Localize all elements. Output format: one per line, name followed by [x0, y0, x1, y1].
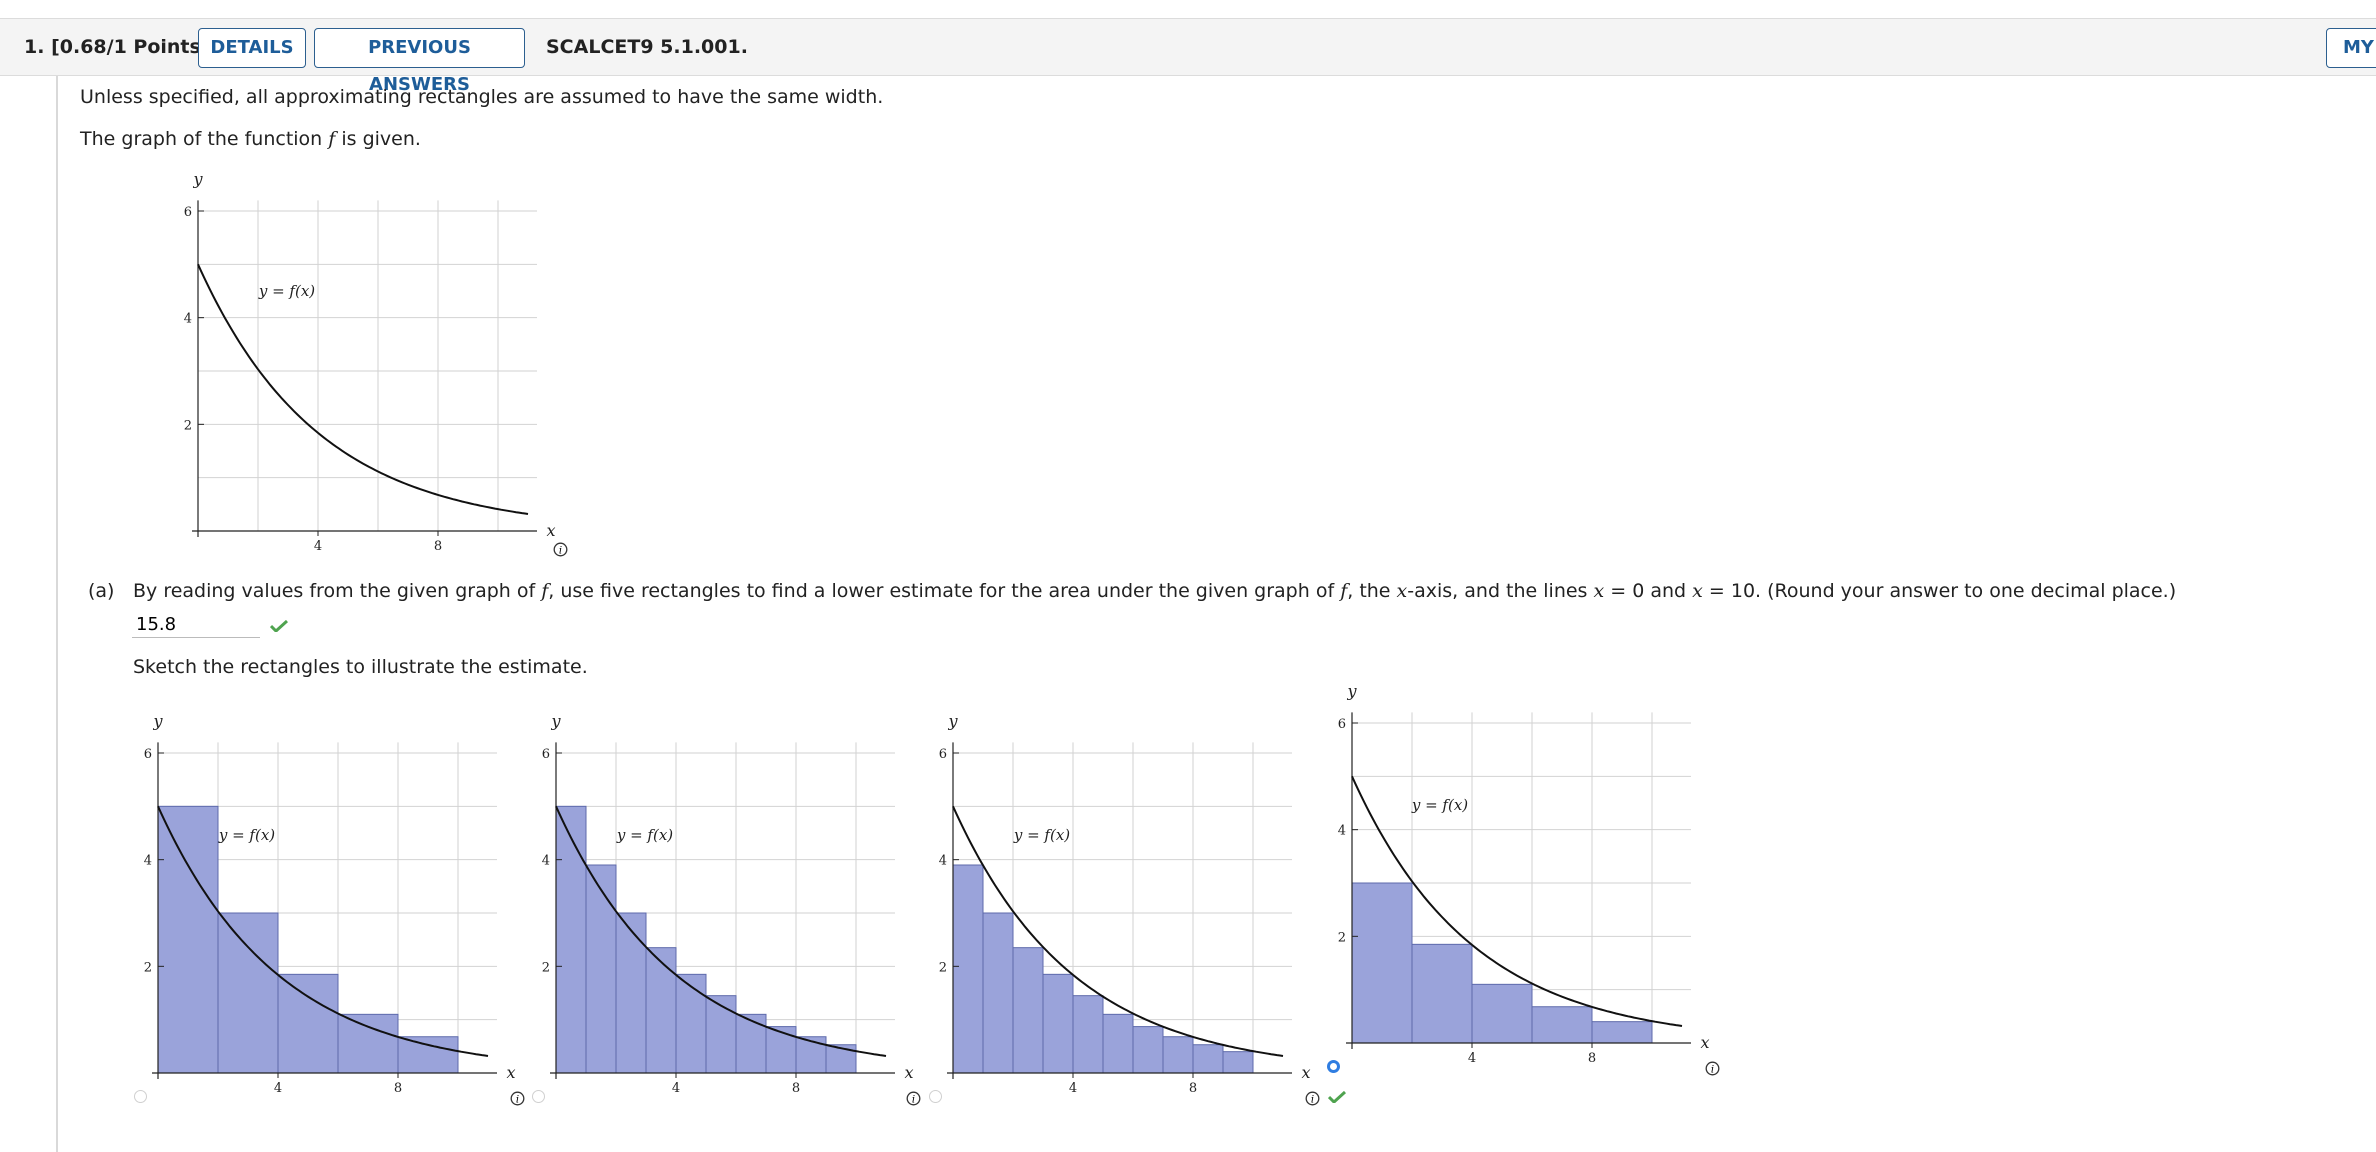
svg-text:i: i [912, 1095, 915, 1106]
choice-2-ytick-label: 4 [542, 854, 550, 869]
choice-2-xtick-label: 8 [792, 1081, 800, 1096]
choice-2-ytick-label: 2 [542, 960, 550, 975]
choice-2-bar [555, 805, 587, 1074]
choice-3-xtick-label: 8 [1189, 1081, 1197, 1096]
answer-input[interactable] [132, 612, 260, 638]
part-a-text-6: = 10. (Round your answer to one decimal … [1702, 580, 2177, 602]
part-a-text-1: By reading values from the given graph o… [133, 580, 542, 602]
choice-2-y-label: y [550, 711, 561, 730]
choice-4-bar [1411, 943, 1473, 1044]
choice-4-xtick-label: 4 [1468, 1051, 1476, 1066]
choice-2-ytick-label: 6 [542, 747, 550, 762]
choice-1-bar [277, 973, 339, 1074]
choice-4-radio-selected[interactable] [1327, 1060, 1340, 1073]
part-a-text-3: , the [1347, 580, 1397, 602]
given-graph-xtick-label: 8 [434, 539, 442, 554]
choice-3-info-icon[interactable]: i [1305, 1091, 1320, 1106]
choice-1-ytick-label: 4 [144, 854, 152, 869]
choice-4-ytick-label: 4 [1338, 824, 1346, 839]
choice-3-bar [1132, 1026, 1164, 1074]
part-a-text-5: = 0 and [1604, 580, 1693, 602]
choice-1-radio[interactable] [134, 1090, 147, 1103]
part-a-x-var-1: x [1593, 580, 1605, 602]
part-a-text-2: , use five rectangles to find a lower es… [548, 580, 1341, 602]
svg-text:i: i [1311, 1095, 1314, 1106]
choice-3-y-label: y [947, 711, 958, 730]
choice-3-bar [1072, 995, 1104, 1074]
choice-1-bar [337, 1013, 399, 1074]
choice-2-curve-label: y = f(x) [616, 826, 673, 844]
graph-info-icon[interactable]: i [553, 542, 568, 557]
svg-text:i: i [559, 546, 562, 557]
choice-2-bar [675, 973, 707, 1074]
sketch-prompt: Sketch the rectangles to illustrate the … [133, 656, 588, 678]
svg-text:i: i [1711, 1065, 1714, 1076]
choice-3-radio[interactable] [929, 1090, 942, 1103]
choice-1-bar [217, 912, 279, 1074]
choice-2-bar [585, 864, 617, 1074]
given-graph-ytick-label: 4 [184, 312, 192, 327]
given-graph-ytick-label: 6 [184, 205, 192, 220]
choice-1-curve-label: y = f(x) [218, 826, 275, 844]
part-a-x-var: x [1396, 580, 1408, 602]
choice-2-info-icon[interactable]: i [906, 1091, 921, 1106]
choice-2-bar [735, 1013, 767, 1074]
given-graph-xtick-label: 4 [314, 539, 322, 554]
choice-correct-check-icon [1328, 1091, 1346, 1103]
choice-4-bar [1351, 882, 1413, 1044]
choice-2-bar [705, 995, 737, 1074]
choice-3-bar [952, 864, 984, 1074]
choice-4-bar [1471, 983, 1533, 1044]
choice-4-info-icon[interactable]: i [1705, 1061, 1720, 1076]
choice-1-ytick-label: 6 [144, 747, 152, 762]
choice-3-bar [1162, 1036, 1194, 1074]
choice-2-bar [645, 947, 677, 1074]
choice-3-x-label: x [1301, 1063, 1310, 1082]
choice-4-ytick-label: 6 [1338, 717, 1346, 732]
choice-4-x-label: x [1700, 1033, 1709, 1052]
choice-2-xtick-label: 4 [672, 1081, 680, 1096]
choice-4-y-label: y [1346, 681, 1357, 700]
part-a-text-4: -axis, and the lines [1407, 580, 1594, 602]
choice-4-xtick-label: 8 [1588, 1051, 1596, 1066]
choice-2-bar [765, 1026, 797, 1074]
choice-3-bar [1042, 973, 1074, 1074]
given-function-graph: 2 4 6 4 8 y x y = f(x) 2 4 6 4 8 y x y = f(x) 2 4 6 4 8 y x y =… [144, 169, 1710, 1096]
choice-4-ytick-label: 2 [1338, 930, 1346, 945]
choice-3-bar [1102, 1013, 1134, 1074]
given-graph-curve-label: y = f(x) [258, 282, 315, 300]
choice-4-bar [1531, 1006, 1593, 1044]
part-a-x-var-2: x [1692, 580, 1703, 602]
choice-1-y-label: y [152, 711, 163, 730]
choice-3-ytick-label: 4 [939, 854, 947, 869]
choice-1-ytick-label: 2 [144, 960, 152, 975]
choice-2-bar [615, 912, 647, 1074]
choice-3-bar [1222, 1051, 1254, 1074]
choice-3-ytick-label: 2 [939, 960, 947, 975]
given-graph-x-label: x [546, 521, 555, 540]
part-a-label: (a) [88, 580, 115, 602]
choice-2-radio[interactable] [532, 1090, 545, 1103]
choice-4-bar [1591, 1021, 1653, 1044]
choice-2-x-label: x [904, 1063, 913, 1082]
choice-1-bar [397, 1036, 459, 1074]
given-graph-curve [197, 263, 529, 515]
choice-3-xtick-label: 4 [1069, 1081, 1077, 1096]
choice-1-xtick-label: 8 [394, 1081, 402, 1096]
choice-1-xtick-label: 4 [274, 1081, 282, 1096]
choice-3-bar [982, 912, 1014, 1074]
given-graph-y-label: y [192, 169, 203, 188]
choice-3-bar [1192, 1044, 1224, 1074]
choice-3-ytick-label: 6 [939, 747, 947, 762]
part-a-question: By reading values from the given graph o… [133, 580, 2176, 602]
choice-1-x-label: x [506, 1063, 515, 1082]
choice-3-bar [1012, 947, 1044, 1074]
choice-1-info-icon[interactable]: i [510, 1091, 525, 1106]
choice-1-bar [157, 805, 219, 1074]
choice-3-curve-label: y = f(x) [1013, 826, 1070, 844]
given-graph-ytick-label: 2 [184, 418, 192, 433]
correct-check-icon [270, 620, 288, 632]
svg-text:i: i [516, 1095, 519, 1106]
choice-4-curve-label: y = f(x) [1411, 796, 1468, 814]
